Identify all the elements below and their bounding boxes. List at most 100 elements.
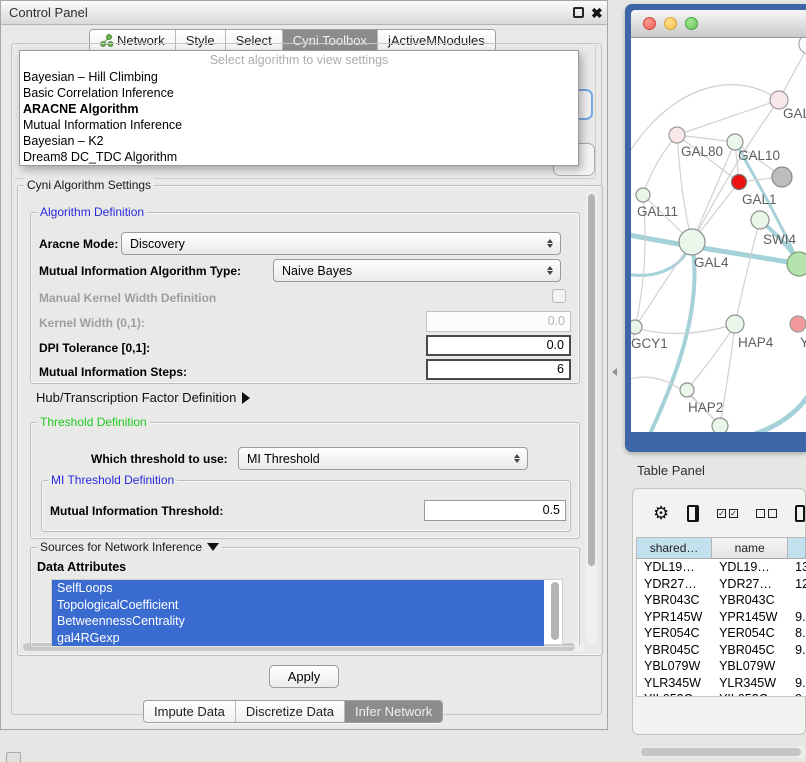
attribute-list-item[interactable]: TopologicalCoefficient xyxy=(52,597,544,614)
network-node-hap2[interactable] xyxy=(680,383,694,397)
minimize-traffic-light-icon[interactable] xyxy=(664,17,677,30)
table-row[interactable]: YBR045CYBR045C9. xyxy=(637,642,806,659)
bottom-tab-impute-data[interactable]: Impute Data xyxy=(144,701,236,722)
network-edge[interactable] xyxy=(677,100,779,135)
list-scrollbar-thumb[interactable] xyxy=(551,582,559,640)
aracne-mode-combobox[interactable]: Discovery xyxy=(121,232,561,255)
mi-type-label: Mutual Information Algorithm Type: xyxy=(39,264,241,278)
bottom-tab-discretize-data[interactable]: Discretize Data xyxy=(236,701,345,722)
scrollbar-thumb[interactable] xyxy=(588,194,595,566)
table-row[interactable]: YDL19…YDL19…13 xyxy=(637,559,806,576)
column-header-shared…[interactable]: shared… xyxy=(637,538,712,558)
network-node-swi4[interactable] xyxy=(751,211,769,229)
gear-icon[interactable]: ⚙ xyxy=(653,503,669,523)
select-all-icon[interactable]: ✓✓ xyxy=(717,509,738,518)
table-cell xyxy=(788,592,806,609)
network-edge[interactable] xyxy=(643,135,677,195)
dropdown-items: Bayesian – Hill ClimbingBasic Correlatio… xyxy=(20,69,578,165)
network-edge[interactable] xyxy=(635,324,735,333)
network-canvas[interactable]: GALGAL80GAL10GAL1GAL11SWI4GAL4GCY1HAP4YH… xyxy=(631,38,806,432)
close-icon[interactable]: ✖ xyxy=(591,3,603,23)
table-row[interactable]: YLR345WYLR345W9. xyxy=(637,675,806,692)
table-panel: ⚙ ✓✓ shared…name YDL19…YDL19…13YDR27…YDR… xyxy=(632,488,806,735)
network-node[interactable] xyxy=(799,38,806,54)
sources-group: Sources for Network Inference Data Attri… xyxy=(30,547,580,647)
mi-type-combobox[interactable]: Naive Bayes xyxy=(273,259,561,282)
mi-steps-label: Mutual Information Steps: xyxy=(39,365,187,379)
node-label: GAL1 xyxy=(742,192,777,207)
dropdown-item[interactable]: Bayesian – K2 xyxy=(20,133,578,149)
table-cell: 12 xyxy=(788,576,806,593)
document-icon[interactable] xyxy=(795,505,805,522)
network-node-y[interactable] xyxy=(790,316,806,332)
column-header-extra[interactable] xyxy=(788,538,806,558)
collapsed-panel-fragment[interactable] xyxy=(6,752,21,762)
chevron-down-icon[interactable] xyxy=(207,543,219,551)
zoom-traffic-light-icon[interactable] xyxy=(685,17,698,30)
node-table: shared…name YDL19…YDL19…13YDR27…YDR27…12… xyxy=(636,537,806,697)
column-header-name[interactable]: name xyxy=(712,538,788,558)
kernel-width-field[interactable]: 0.0 xyxy=(426,311,571,332)
mi-type-value: Naive Bayes xyxy=(282,264,352,278)
network-node[interactable] xyxy=(772,167,792,187)
attribute-list-item[interactable]: BetweennessCentrality xyxy=(52,613,544,630)
network-node-gal4[interactable] xyxy=(679,229,705,255)
network-edge[interactable] xyxy=(735,220,760,324)
network-view-window[interactable]: GALGAL80GAL10GAL1GAL11SWI4GAL4GCY1HAP4YH… xyxy=(625,4,806,452)
network-node-gal80[interactable] xyxy=(669,127,685,143)
dropdown-item[interactable]: Mutual Information Inference xyxy=(20,117,578,133)
apply-button[interactable]: Apply xyxy=(269,665,339,688)
dropdown-item[interactable]: Dream8 DC_TDC Algorithm xyxy=(20,149,578,165)
table-cell: YPR145W xyxy=(637,609,712,626)
divider xyxy=(595,45,596,177)
network-node[interactable] xyxy=(787,252,806,276)
dropdown-item[interactable]: ARACNE Algorithm xyxy=(20,101,578,117)
scrollbar-thumb[interactable] xyxy=(641,748,801,756)
panel-divider-grip[interactable] xyxy=(612,368,617,376)
columns-icon[interactable] xyxy=(687,505,699,522)
control-panel-titlebar[interactable]: Control Panel xyxy=(1,1,607,25)
network-graph[interactable]: GALGAL80GAL10GAL1GAL11SWI4GAL4GCY1HAP4YH… xyxy=(631,38,806,432)
mi-steps-field[interactable]: 6 xyxy=(426,359,571,380)
network-node-gal1[interactable] xyxy=(732,175,747,190)
bottom-tabstrip: Impute Data Discretize Data Infer Network xyxy=(143,700,443,723)
settings-vertical-scrollbar[interactable] xyxy=(586,191,597,643)
hub-factor-expander[interactable]: Hub/Transcription Factor Definition xyxy=(36,390,250,405)
table-horizontal-scrollbar[interactable] xyxy=(639,747,806,757)
table-row[interactable]: YPR145WYPR145W9. xyxy=(637,609,806,626)
data-attributes-list[interactable]: SelfLoopsTopologicalCoefficientBetweenne… xyxy=(51,579,563,645)
algorithm-dropdown-list: Select algorithm to view settings Bayesi… xyxy=(19,50,579,166)
table-row[interactable]: YIL052CYIL052C9 xyxy=(637,691,806,697)
dpi-tolerance-field[interactable]: 0.0 xyxy=(426,335,571,356)
which-threshold-combobox[interactable]: MI Threshold xyxy=(238,447,528,470)
threshold-definition-group: Threshold Definition Which threshold to … xyxy=(30,422,580,539)
bottom-tab-infer-network[interactable]: Infer Network xyxy=(345,701,442,722)
table-row[interactable]: YER054CYER054C8. xyxy=(637,625,806,642)
dropdown-item[interactable]: Bayesian – Hill Climbing xyxy=(20,69,578,85)
hub-factor-label: Hub/Transcription Factor Definition xyxy=(36,390,236,405)
dropdown-item[interactable]: Basic Correlation Inference xyxy=(20,85,578,101)
node-label: Y xyxy=(800,335,806,350)
table-row[interactable]: YBL079WYBL079W xyxy=(637,658,806,675)
attribute-list-item[interactable]: SelfLoops xyxy=(52,580,544,597)
attribute-list-item[interactable]: gal4RGexp xyxy=(52,630,544,647)
close-traffic-light-icon[interactable] xyxy=(643,17,656,30)
float-window-icon[interactable] xyxy=(573,7,584,18)
network-node-gal11[interactable] xyxy=(636,188,650,202)
tab-label: Discretize Data xyxy=(246,704,334,719)
mi-threshold-field[interactable]: 0.5 xyxy=(424,500,566,521)
aracne-mode-value: Discovery xyxy=(130,237,185,251)
network-edge[interactable] xyxy=(749,388,806,432)
network-node-gcy1[interactable] xyxy=(631,320,642,334)
network-edge[interactable] xyxy=(635,242,692,327)
table-cell: YBR043C xyxy=(712,592,788,609)
table-row[interactable]: YDR27…YDR27…12 xyxy=(637,576,806,593)
network-node-hap4[interactable] xyxy=(726,315,744,333)
network-window-titlebar[interactable] xyxy=(631,10,806,38)
table-cell: 13 xyxy=(788,559,806,576)
network-node[interactable] xyxy=(712,418,728,432)
table-row[interactable]: YBR043CYBR043C xyxy=(637,592,806,609)
manual-kernel-checkbox[interactable] xyxy=(552,289,566,303)
deselect-all-icon[interactable] xyxy=(756,509,777,518)
table-cell: YBL079W xyxy=(712,658,788,675)
